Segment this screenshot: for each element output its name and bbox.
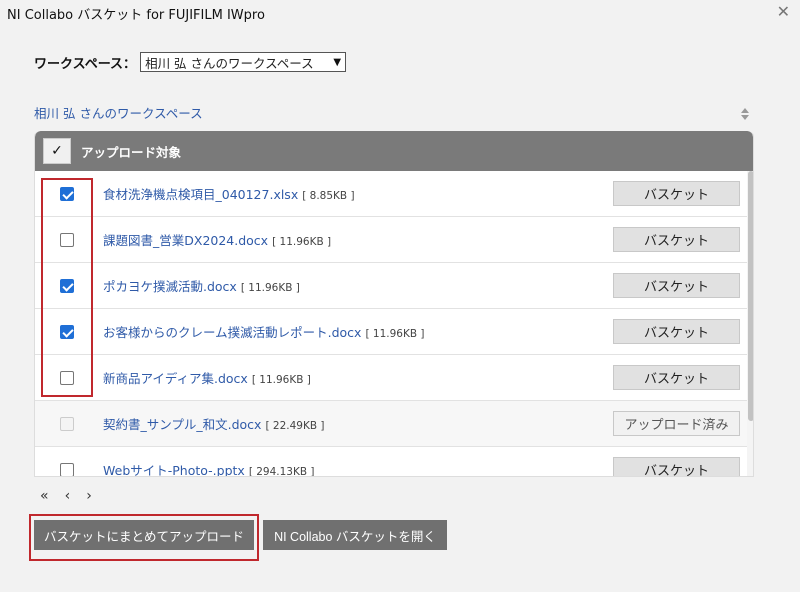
chevron-down-icon: ▼ <box>333 56 342 68</box>
basket-button[interactable]: バスケット <box>613 181 740 206</box>
file-list-header: ✓ アップロード対象 <box>35 131 753 171</box>
pagination: « ‹ › <box>40 488 92 504</box>
select-all-checkbox[interactable]: ✓ <box>43 138 71 164</box>
file-checkbox[interactable] <box>60 463 74 476</box>
first-page-icon[interactable]: « <box>40 488 49 504</box>
basket-button[interactable]: バスケット <box>613 457 740 476</box>
file-checkbox[interactable] <box>60 325 74 339</box>
file-link[interactable]: 契約書_サンプル_和文.docx[ 22.49KB ] <box>103 414 324 433</box>
workspace-selector-row: ワークスペース： 相川 弘 さんのワークスペース ▼ <box>34 52 347 72</box>
window-title: NI Collabo バスケット for FUJIFILM IWpro <box>7 8 265 23</box>
prev-page-icon[interactable]: ‹ <box>65 488 71 504</box>
basket-button[interactable]: バスケット <box>613 365 740 390</box>
upload-all-button[interactable]: バスケットにまとめてアップロード <box>34 520 254 550</box>
file-size: [ 294.13KB ] <box>248 466 315 477</box>
file-row: 新商品アイディア集.docx[ 11.96KB ] バスケット <box>35 355 747 401</box>
file-row: 食材洗浄機点検項目_040127.xlsx[ 8.85KB ] バスケット <box>35 171 747 217</box>
basket-button[interactable]: バスケット <box>613 273 740 298</box>
file-row: 課題図書_営業DX2024.docx[ 11.96KB ] バスケット <box>35 217 747 263</box>
file-checkbox[interactable] <box>60 187 74 201</box>
file-link[interactable]: 食材洗浄機点検項目_040127.xlsx[ 8.85KB ] <box>103 184 355 203</box>
file-size: [ 11.96KB ] <box>365 328 425 340</box>
file-rows: 食材洗浄機点検項目_040127.xlsx[ 8.85KB ] バスケット 課題… <box>35 171 747 477</box>
uploaded-button: アップロード済み <box>613 411 740 436</box>
file-size: [ 11.96KB ] <box>251 374 311 386</box>
file-checkbox[interactable] <box>60 279 74 293</box>
title-bar: NI Collabo バスケット for FUJIFILM IWpro ✕ <box>0 0 800 26</box>
file-link[interactable]: 課題図書_営業DX2024.docx[ 11.96KB ] <box>103 230 331 249</box>
file-size: [ 11.96KB ] <box>272 236 332 248</box>
file-row: Webサイト-Photo-.pptx[ 294.13KB ] バスケット <box>35 447 747 477</box>
workspace-select-value: 相川 弘 さんのワークスペース <box>145 55 314 71</box>
scrollbar-thumb[interactable] <box>748 171 753 421</box>
file-checkbox[interactable] <box>60 233 74 247</box>
file-link[interactable]: 新商品アイディア集.docx[ 11.96KB ] <box>103 368 311 387</box>
file-row: お客様からのクレーム撲滅活動レポート.docx[ 11.96KB ] バスケット <box>35 309 747 355</box>
breadcrumb[interactable]: 相川 弘 さんのワークスペース <box>34 103 203 122</box>
file-size: [ 22.49KB ] <box>265 420 325 432</box>
scrollbar[interactable] <box>747 171 753 476</box>
basket-button[interactable]: バスケット <box>613 319 740 344</box>
file-size: [ 8.85KB ] <box>302 190 355 202</box>
file-link[interactable]: お客様からのクレーム撲滅活動レポート.docx[ 11.96KB ] <box>103 322 424 341</box>
file-row: ポカヨケ撲滅活動.docx[ 11.96KB ] バスケット <box>35 263 747 309</box>
file-checkbox-disabled <box>60 417 74 431</box>
file-row-uploaded: 契約書_サンプル_和文.docx[ 22.49KB ] アップロード済み <box>35 401 747 447</box>
upload-target-header: アップロード対象 <box>81 144 182 160</box>
file-link[interactable]: Webサイト-Photo-.pptx[ 294.13KB ] <box>103 460 315 477</box>
file-link[interactable]: ポカヨケ撲滅活動.docx[ 11.96KB ] <box>103 276 300 295</box>
file-checkbox[interactable] <box>60 371 74 385</box>
sort-icon[interactable] <box>739 106 751 122</box>
next-page-icon[interactable]: › <box>86 488 92 504</box>
basket-button[interactable]: バスケット <box>613 227 740 252</box>
workspace-label: ワークスペース： <box>34 56 137 72</box>
file-list-panel: ✓ アップロード対象 食材洗浄機点検項目_040127.xlsx[ 8.85KB… <box>34 131 754 477</box>
file-size: [ 11.96KB ] <box>240 282 300 294</box>
close-icon[interactable]: ✕ <box>777 2 790 21</box>
open-basket-button[interactable]: NI Collabo バスケットを開く <box>263 520 447 550</box>
workspace-select[interactable]: 相川 弘 さんのワークスペース ▼ <box>140 52 347 72</box>
